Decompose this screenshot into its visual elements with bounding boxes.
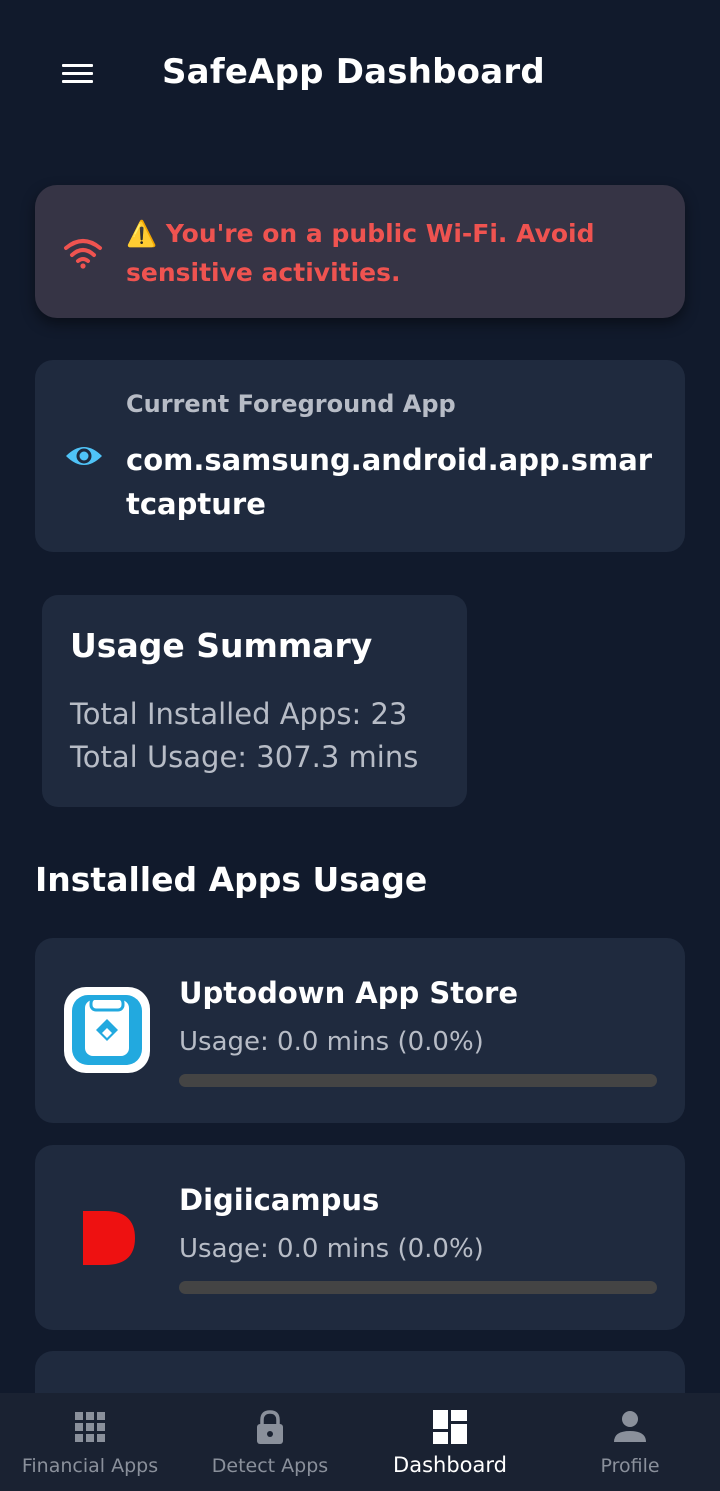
nav-item-profile[interactable]: Profile <box>540 1393 720 1491</box>
nav-label: Detect Apps <box>211 1455 329 1477</box>
nav-label: Financial Apps <box>21 1455 159 1477</box>
digiicampus-app-icon <box>83 1211 135 1265</box>
app-name: Uptodown App Store <box>179 976 519 1010</box>
app-usage-text: Usage: 0.0 mins (0.0%) <box>179 1027 484 1057</box>
bottom-navigation-bar: Financial Apps Detect Apps Dashboard Pro… <box>0 1393 720 1491</box>
usage-summary-title: Usage Summary <box>70 626 373 665</box>
nav-label: Dashboard <box>393 1453 507 1477</box>
app-usage-text: Usage: 0.0 mins (0.0%) <box>179 1234 484 1264</box>
grid-icon <box>75 1412 105 1442</box>
foreground-app-package: com.samsung.android.app.smartcapture <box>126 443 653 521</box>
app-usage-card[interactable]: Uptodown App Store Usage: 0.0 mins (0.0%… <box>35 938 685 1123</box>
app-name: Digiicampus <box>179 1183 380 1217</box>
nav-item-financial-apps[interactable]: Financial Apps <box>0 1393 180 1491</box>
uptodown-app-icon <box>64 987 150 1073</box>
usage-progress-bar <box>179 1281 657 1294</box>
eye-icon <box>66 447 102 465</box>
page-title: SafeApp Dashboard <box>162 52 545 92</box>
hamburger-menu-icon[interactable] <box>56 58 100 92</box>
nav-item-dashboard[interactable]: Dashboard <box>360 1393 540 1491</box>
foreground-app-label: Current Foreground App <box>126 390 456 418</box>
dashboard-screen: SafeApp Dashboard ⚠️ You're on a public … <box>0 0 720 1491</box>
nav-item-detect-apps[interactable]: Detect Apps <box>180 1393 360 1491</box>
lock-icon <box>257 1410 283 1444</box>
wifi-icon <box>64 239 102 269</box>
wifi-warning-text: ⚠️ You're on a public Wi-Fi. Avoid sensi… <box>126 219 595 287</box>
app-bar: SafeApp Dashboard <box>0 0 720 150</box>
person-icon <box>614 1411 646 1442</box>
total-installed-apps: Total Installed Apps: 23 <box>70 697 408 731</box>
nav-label: Profile <box>600 1455 660 1477</box>
installed-apps-heading: Installed Apps Usage <box>35 860 428 899</box>
dashboard-icon <box>433 1410 467 1444</box>
total-usage: Total Usage: 307.3 mins <box>70 740 419 774</box>
app-usage-card[interactable]: Digiicampus Usage: 0.0 mins (0.0%) <box>35 1145 685 1330</box>
usage-progress-bar <box>179 1074 657 1087</box>
